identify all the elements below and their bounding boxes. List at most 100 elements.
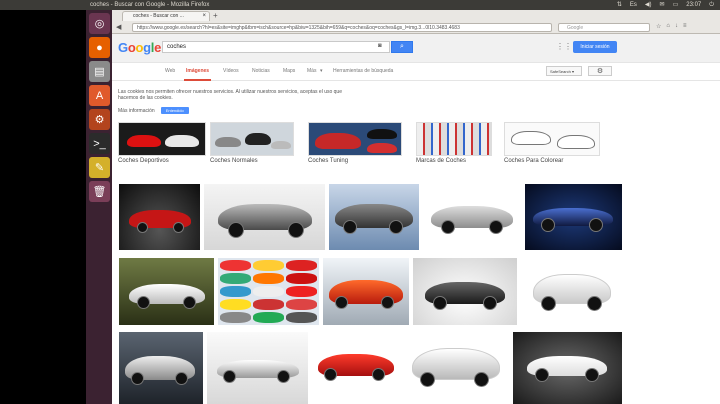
wheel-shape <box>587 296 602 311</box>
notes-icon[interactable]: ✎ <box>89 157 110 178</box>
car-shape <box>511 131 551 145</box>
related-thumbnail <box>118 122 206 156</box>
tab-more[interactable]: Más <box>307 68 316 74</box>
google-images-page: Google coches ◙ ⌕ ⋮⋮ Iniciar sesión Web … <box>112 34 720 404</box>
files-icon[interactable]: ▤ <box>89 61 110 82</box>
trash-icon[interactable]: 🗑 <box>89 181 110 202</box>
wheel-shape <box>420 372 435 387</box>
software-center-icon[interactable]: A <box>89 85 110 106</box>
tab-maps[interactable]: Maps <box>283 68 295 74</box>
wheel-shape <box>541 218 555 232</box>
wheel-shape <box>288 222 304 238</box>
system-top-bar: coches - Buscar con Google - Mozilla Fir… <box>0 0 720 10</box>
image-result[interactable] <box>218 258 319 325</box>
close-tab-icon[interactable]: × <box>202 12 206 21</box>
related-thumbnail <box>308 122 402 156</box>
image-result[interactable] <box>119 332 203 404</box>
network-icon[interactable]: ⇅ <box>617 0 622 10</box>
image-result[interactable] <box>207 332 308 404</box>
wheel-shape <box>474 372 489 387</box>
volume-icon[interactable]: ◀) <box>645 0 652 10</box>
related-thumbnail <box>416 122 492 156</box>
image-result[interactable] <box>525 184 622 250</box>
power-icon[interactable]: ⏻ <box>709 0 714 10</box>
car-shape <box>215 137 241 147</box>
back-icon[interactable]: ◀ <box>116 23 121 31</box>
car-swatch <box>286 286 317 297</box>
related-search-colorear[interactable]: Coches Para Colorear <box>504 122 600 164</box>
related-search-normales[interactable]: Coches Normales <box>210 122 294 164</box>
terminal-icon[interactable]: >_ <box>89 133 110 154</box>
car-swatch <box>286 260 317 271</box>
battery-icon[interactable]: ▭ <box>673 0 679 10</box>
wheel-shape <box>585 368 599 382</box>
bookmark-star-icon[interactable]: ☆ <box>656 23 661 30</box>
tab-news[interactable]: Noticias <box>252 68 270 74</box>
ubuntu-dash-icon[interactable]: ◎ <box>89 13 110 34</box>
wheel-shape <box>343 220 357 234</box>
browser-tab[interactable]: coches - Buscar con ... × <box>122 11 210 21</box>
related-search-tuning[interactable]: Coches Tuning <box>308 122 402 164</box>
related-search-marcas[interactable]: Marcas de Coches <box>416 122 492 164</box>
address-bar[interactable]: https://www.google.es/search?hl=es&site=… <box>132 23 552 32</box>
window-title: coches - Buscar con Google - Mozilla Fir… <box>90 2 210 8</box>
system-settings-icon[interactable]: ⚙ <box>89 109 110 130</box>
google-logo[interactable]: Google <box>118 40 161 55</box>
car-swatch <box>220 299 251 310</box>
related-label: Marcas de Coches <box>416 158 467 164</box>
signin-button[interactable]: Iniciar sesión <box>573 41 617 53</box>
car-shape <box>245 133 271 145</box>
home-icon[interactable]: ⌂ <box>666 23 670 30</box>
image-result[interactable] <box>119 258 214 325</box>
tab-images[interactable]: Imágenes <box>183 68 212 81</box>
wheel-shape <box>324 368 337 381</box>
image-result[interactable] <box>204 184 325 250</box>
wheel-shape <box>137 296 150 309</box>
image-result[interactable] <box>312 332 400 404</box>
clock[interactable]: 23:07 <box>686 0 701 10</box>
car-swatch <box>220 286 251 297</box>
keyboard-layout-icon[interactable]: Es <box>630 0 637 10</box>
new-tab-icon[interactable]: + <box>213 11 218 20</box>
cookie-notice: Las cookies nos permiten ofrecer nuestro… <box>118 89 342 101</box>
search-input[interactable]: coches <box>162 41 390 53</box>
image-result[interactable] <box>413 258 517 325</box>
menu-icon[interactable]: ≡ <box>683 23 687 30</box>
image-result[interactable] <box>513 332 622 404</box>
wheel-shape <box>335 296 348 309</box>
image-result[interactable] <box>119 184 200 250</box>
image-result[interactable] <box>404 332 509 404</box>
wheel-shape <box>441 220 455 234</box>
apps-grid-icon[interactable]: ⋮⋮ <box>556 42 572 51</box>
tab-videos[interactable]: Vídeos <box>223 68 239 74</box>
firefox-icon[interactable]: ● <box>89 37 110 58</box>
search-tools-button[interactable]: Herramientas de búsqueda <box>333 68 393 74</box>
car-shape <box>367 143 397 153</box>
related-thumbnail <box>504 122 600 156</box>
image-result[interactable] <box>423 184 521 250</box>
download-icon[interactable]: ↓ <box>675 23 678 30</box>
car-swatch <box>220 312 251 323</box>
browser-chrome: coches - Buscar con ... × + ◀ https://ww… <box>112 10 720 34</box>
browser-search-input[interactable]: Google <box>558 23 650 32</box>
related-label: Coches Tuning <box>308 158 349 164</box>
mail-icon[interactable]: ✉ <box>660 0 665 10</box>
wheel-shape <box>489 220 503 234</box>
wheel-shape <box>389 220 403 234</box>
settings-button[interactable]: ⚙ <box>588 66 612 76</box>
search-button[interactable]: ⌕ <box>391 41 413 53</box>
image-result[interactable] <box>323 258 409 325</box>
more-info-link[interactable]: Más información <box>118 108 155 114</box>
image-result[interactable] <box>329 184 419 250</box>
accept-cookies-button[interactable]: Entendido <box>160 107 189 114</box>
tab-web[interactable]: Web <box>165 68 175 74</box>
safesearch-dropdown[interactable]: SafeSearch ▾ <box>546 66 582 76</box>
image-result[interactable] <box>521 258 622 325</box>
wheel-shape <box>173 222 184 233</box>
car-swatch <box>286 273 317 284</box>
camera-search-icon[interactable]: ◙ <box>378 43 382 49</box>
related-label: Coches Normales <box>210 158 258 164</box>
related-search-deportivos[interactable]: Coches Deportivos <box>118 122 206 164</box>
screen-margin <box>0 10 86 404</box>
car-swatch <box>286 312 317 323</box>
